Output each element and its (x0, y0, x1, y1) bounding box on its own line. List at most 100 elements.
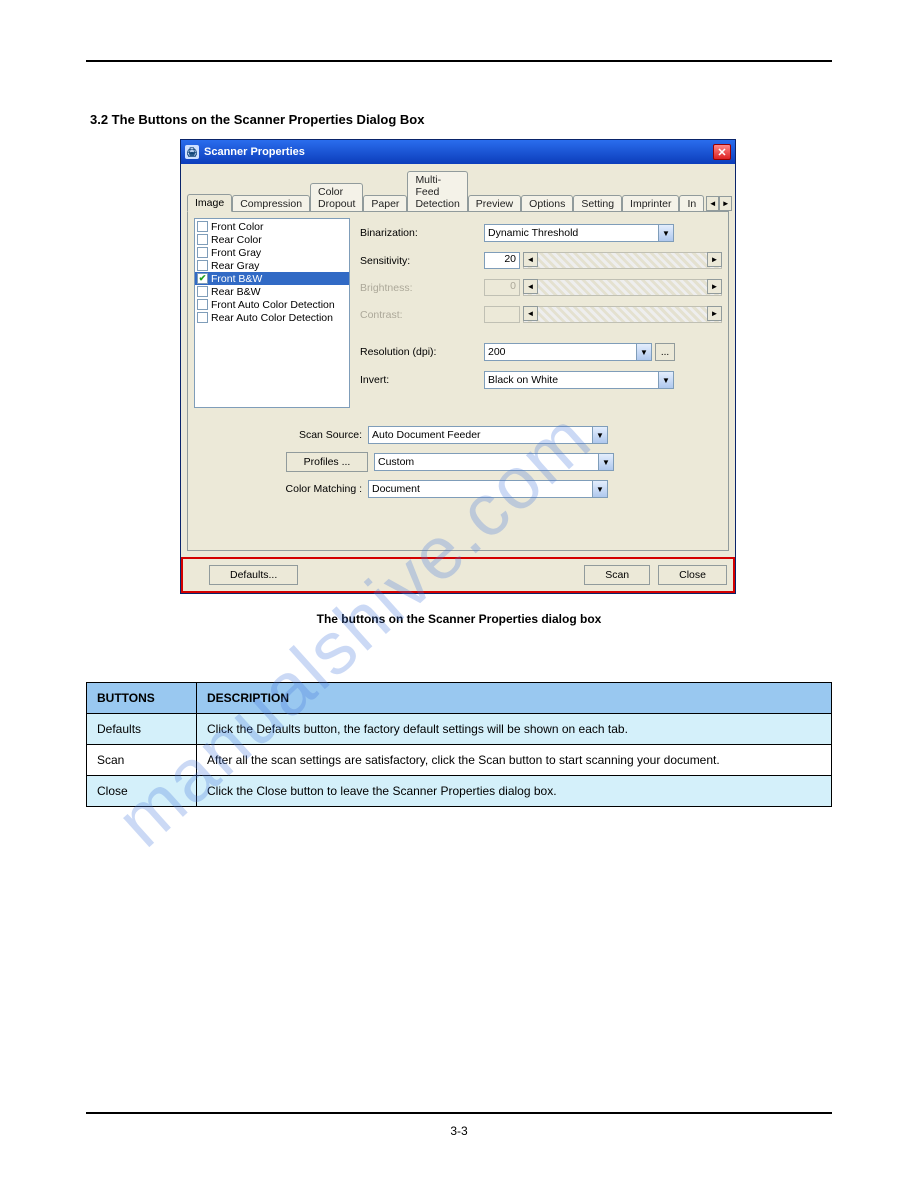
table-row: Close Click the Close button to leave th… (87, 776, 832, 807)
list-item-selected: ✔Front B&W (195, 272, 349, 285)
color-matching-combo[interactable]: Document ▼ (368, 480, 608, 498)
defaults-button[interactable]: Defaults... (209, 565, 298, 585)
tab-preview[interactable]: Preview (468, 195, 521, 212)
tab-color-dropout[interactable]: Color Dropout (310, 183, 363, 212)
table-cell-desc: Click the Close button to leave the Scan… (197, 776, 832, 807)
profiles-button[interactable]: Profiles ... (286, 452, 368, 472)
checkbox-icon[interactable] (197, 234, 208, 245)
table-cell-button: Close (87, 776, 197, 807)
list-item: Rear Color (195, 233, 349, 246)
tab-options[interactable]: Options (521, 195, 573, 212)
binarization-label: Binarization: (360, 227, 484, 239)
resolution-label: Resolution (dpi): (360, 346, 484, 358)
image-selection-list[interactable]: Front Color Rear Color Front Gray Rear G… (194, 218, 350, 408)
rule-bottom (86, 1112, 832, 1114)
list-item-label: Front Gray (211, 247, 261, 259)
sensitivity-value[interactable]: 20 (484, 252, 520, 269)
table-cell-button: Defaults (87, 714, 197, 745)
list-item: Rear Auto Color Detection (195, 311, 349, 324)
slider-left-icon: ◄ (523, 306, 538, 321)
titlebar[interactable]: 🖨 Scanner Properties ✕ (181, 140, 735, 164)
tab-scroll-right[interactable]: ► (719, 196, 732, 211)
list-item-label: Rear Auto Color Detection (211, 312, 333, 324)
scan-button[interactable]: Scan (584, 565, 650, 585)
chevron-down-icon: ▼ (592, 427, 607, 443)
sensitivity-label: Sensitivity: (360, 255, 484, 267)
table-row: Scan After all the scan settings are sat… (87, 745, 832, 776)
tab-compression[interactable]: Compression (232, 195, 310, 212)
tab-imprinter[interactable]: Imprinter (622, 195, 679, 212)
combo-value: Black on White (488, 374, 558, 386)
tab-paper[interactable]: Paper (363, 195, 407, 212)
sensitivity-slider[interactable]: ◄► (523, 252, 722, 269)
scan-source-combo[interactable]: Auto Document Feeder ▼ (368, 426, 608, 444)
scan-source-label: Scan Source: (280, 429, 368, 441)
list-item: Front Gray (195, 246, 349, 259)
chevron-down-icon: ▼ (598, 454, 613, 470)
scanner-properties-dialog: 🖨 Scanner Properties ✕ Image Compression… (180, 139, 736, 594)
figure-caption: The buttons on the Scanner Properties di… (86, 612, 832, 626)
tab-scroll-left[interactable]: ◄ (706, 196, 719, 211)
section-title: 3.2 The Buttons on the Scanner Propertie… (90, 112, 832, 127)
checkbox-icon[interactable] (197, 247, 208, 258)
tab-more[interactable]: In (679, 195, 704, 212)
table-row: Defaults Click the Defaults button, the … (87, 714, 832, 745)
close-button[interactable]: Close (658, 565, 727, 585)
titlebar-text: Scanner Properties (204, 146, 713, 158)
list-item: Front Auto Color Detection (195, 298, 349, 311)
table-cell-button: Scan (87, 745, 197, 776)
resolution-more-button[interactable]: ... (655, 343, 675, 361)
checkbox-icon[interactable] (197, 312, 208, 323)
list-item: Front Color (195, 220, 349, 233)
list-item-label: Front B&W (211, 273, 262, 285)
list-item-label: Rear Color (211, 234, 262, 246)
checkbox-icon[interactable] (197, 260, 208, 271)
list-item-label: Front Auto Color Detection (211, 299, 335, 311)
tab-setting[interactable]: Setting (573, 195, 622, 212)
checkbox-checked-icon[interactable]: ✔ (197, 273, 208, 284)
contrast-value (484, 306, 520, 323)
tab-body: Front Color Rear Color Front Gray Rear G… (187, 211, 729, 551)
slider-right-icon[interactable]: ► (707, 252, 722, 267)
contrast-slider: ◄► (523, 306, 722, 323)
checkbox-icon[interactable] (197, 299, 208, 310)
combo-value: Custom (378, 456, 414, 468)
combo-value: Document (372, 483, 420, 495)
list-item-label: Front Color (211, 221, 264, 233)
slider-left-icon[interactable]: ◄ (523, 252, 538, 267)
checkbox-icon[interactable] (197, 286, 208, 297)
binarization-combo[interactable]: Dynamic Threshold▼ (484, 224, 674, 242)
list-item-label: Rear B&W (211, 286, 261, 298)
combo-value: 200 (488, 346, 506, 358)
buttons-description-table: BUTTONS DESCRIPTION Defaults Click the D… (86, 682, 832, 807)
table-cell-desc: After all the scan settings are satisfac… (197, 745, 832, 776)
list-item-label: Rear Gray (211, 260, 259, 272)
checkbox-icon[interactable] (197, 221, 208, 232)
rule-top (86, 60, 832, 62)
invert-label: Invert: (360, 374, 484, 386)
chevron-down-icon: ▼ (636, 344, 651, 360)
brightness-label: Brightness: (360, 282, 484, 294)
tab-multifeed[interactable]: Multi-Feed Detection (407, 171, 467, 212)
brightness-value: 0 (484, 279, 520, 296)
table-cell-desc: Click the Defaults button, the factory d… (197, 714, 832, 745)
profiles-combo[interactable]: Custom ▼ (374, 453, 614, 471)
page-number: 3-3 (450, 1124, 467, 1138)
list-item: Rear Gray (195, 259, 349, 272)
chevron-down-icon: ▼ (658, 225, 673, 241)
slider-right-icon: ► (707, 306, 722, 321)
combo-value: Auto Document Feeder (372, 429, 481, 441)
brightness-slider: ◄► (523, 279, 722, 296)
invert-combo[interactable]: Black on White ▼ (484, 371, 674, 389)
slider-right-icon: ► (707, 279, 722, 294)
close-icon[interactable]: ✕ (713, 144, 731, 160)
tab-image[interactable]: Image (187, 194, 232, 212)
table-header: DESCRIPTION (197, 683, 832, 714)
chevron-down-icon: ▼ (592, 481, 607, 497)
resolution-combo[interactable]: 200 ▼ (484, 343, 652, 361)
tabstrip: Image Compression Color Dropout Paper Mu… (181, 164, 735, 211)
scanner-icon: 🖨 (185, 145, 199, 159)
chevron-down-icon: ▼ (658, 372, 673, 388)
table-header: BUTTONS (87, 683, 197, 714)
list-item: Rear B&W (195, 285, 349, 298)
